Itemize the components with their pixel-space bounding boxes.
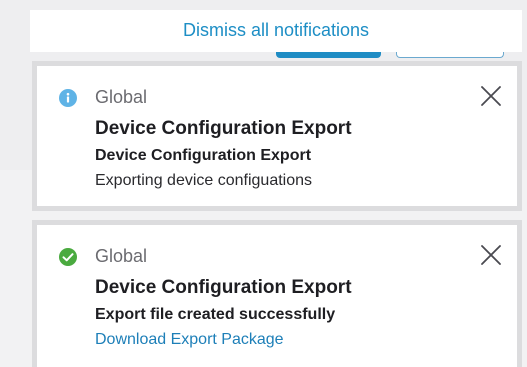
dismiss-all-notifications-link[interactable]: Dismiss all notifications bbox=[183, 20, 369, 41]
download-export-package-link[interactable]: Download Export Package bbox=[95, 331, 284, 349]
info-icon bbox=[59, 89, 77, 107]
notification-subtitle: Device Configuration Export bbox=[95, 147, 312, 164]
notification-title: Device Configuration Export bbox=[95, 277, 352, 298]
close-icon[interactable] bbox=[479, 243, 503, 267]
notification-scope: Global bbox=[95, 87, 148, 107]
background-primary-button bbox=[276, 52, 381, 58]
notification-detail: Exporting device configuations bbox=[95, 172, 313, 189]
background-secondary-button bbox=[396, 52, 504, 58]
notification-panel: Dismiss all notifications Global Device … bbox=[0, 0, 527, 367]
notification-card: Global Device Configuration Export Expor… bbox=[32, 220, 522, 367]
check-icon bbox=[59, 248, 77, 266]
close-icon[interactable] bbox=[479, 84, 503, 108]
notification-scope: Global bbox=[95, 246, 148, 266]
notification-subtitle: Export file created successfully bbox=[95, 306, 336, 323]
notification-title: Device Configuration Export bbox=[95, 118, 352, 139]
dismiss-bar: Dismiss all notifications bbox=[30, 10, 522, 52]
notification-card: Global Device Configuration Export Devic… bbox=[32, 61, 522, 211]
